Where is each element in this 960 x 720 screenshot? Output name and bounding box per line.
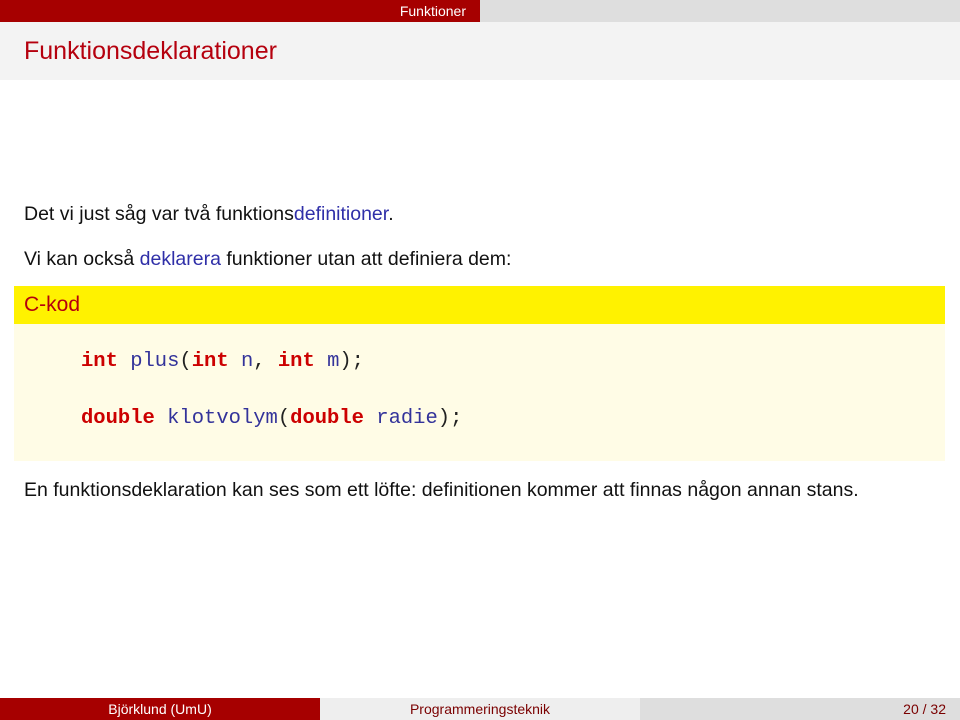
code-keyword: double — [81, 407, 155, 430]
frame-title: Funktionsdeklarationer — [24, 37, 277, 65]
frame-title-bar: Funktionsdeklarationer — [0, 22, 960, 80]
headline-bar: Funktioner — [0, 0, 960, 22]
footer-bar: Björklund (UmU) Programmeringsteknik 20 … — [0, 698, 960, 720]
footer-author: Björklund (UmU) — [0, 698, 320, 720]
code-keyword: double — [290, 407, 364, 430]
headline-spacer — [480, 0, 960, 22]
code-identifier: m — [314, 350, 340, 373]
code-identifier: radie — [363, 407, 438, 430]
code-keyword: int — [81, 350, 118, 373]
paragraph-definitions: Det vi just såg var två funktionsdefinit… — [24, 202, 394, 226]
headline-section: Funktioner — [0, 0, 480, 22]
highlight-term: definitioner — [293, 203, 389, 225]
code-identifier: plus — [117, 350, 180, 373]
code-punctuation: ); — [437, 407, 463, 430]
footer-course: Programmeringsteknik — [320, 698, 640, 720]
footer-page-number: 20 / 32 — [640, 698, 960, 720]
code-punctuation: , — [253, 350, 278, 373]
code-keyword: int — [191, 350, 229, 373]
code-line-1: int plus(int n, int m); — [81, 350, 364, 374]
code-identifier: klotvolym — [154, 407, 278, 430]
paragraph-text: Det vi just såg var två funktions — [24, 203, 294, 225]
paragraph-text: Vi kan också — [24, 248, 140, 270]
paragraph-promise: En funktionsdeklaration kan ses som ett … — [24, 479, 859, 501]
code-identifier: n — [228, 350, 254, 373]
paragraph-text: . — [388, 203, 394, 225]
code-keyword: int — [277, 350, 315, 373]
code-punctuation: ); — [339, 350, 364, 373]
code-line-2: double klotvolym(double radie); — [81, 407, 462, 431]
code-block: C-kod int plus(int n, int m); double klo… — [14, 286, 945, 461]
code-punctuation: ( — [179, 350, 192, 373]
paragraph-text: funktioner utan att definiera dem: — [220, 248, 512, 270]
highlight-term: deklarera — [139, 248, 221, 270]
code-block-title: C-kod — [14, 286, 945, 324]
paragraph-declare: Vi kan också deklarera funktioner utan a… — [24, 247, 511, 271]
code-punctuation: ( — [277, 407, 291, 430]
